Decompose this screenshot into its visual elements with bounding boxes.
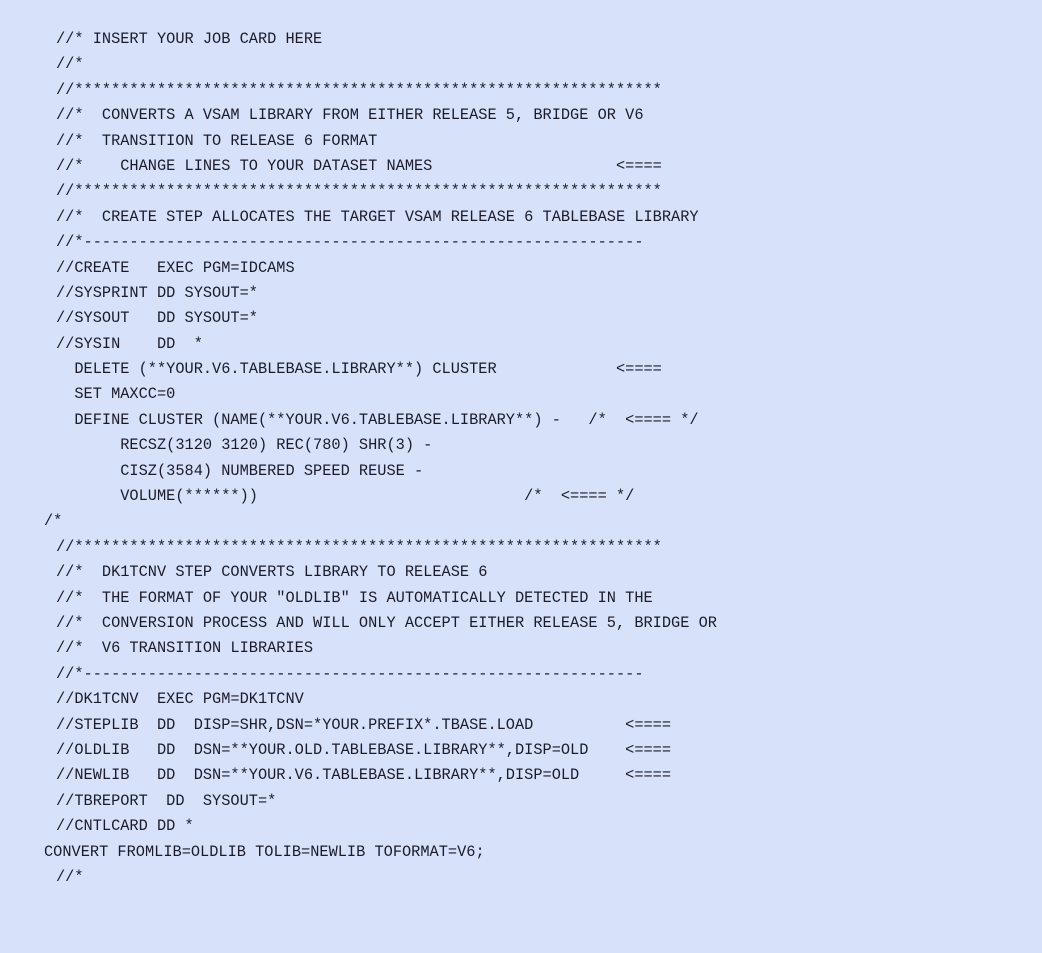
code-line: SET MAXCC=0 — [56, 385, 176, 404]
code-line: //*-------------------------------------… — [56, 233, 644, 252]
code-line: //NEWLIB DD DSN=**YOUR.V6.TABLEBASE.LIBR… — [56, 766, 672, 785]
code-line: //* INSERT YOUR JOB CARD HERE — [56, 30, 323, 48]
code-line: DEFINE CLUSTER (NAME(**YOUR.V6.TABLEBASE… — [56, 410, 699, 429]
code-line: //SYSPRINT DD SYSOUT=* — [56, 283, 258, 302]
code-line: //* DK1TCNV STEP CONVERTS LIBRARY TO REL… — [56, 563, 488, 582]
code-line: //* CONVERSION PROCESS AND WILL ONLY ACC… — [56, 613, 717, 632]
code-line: //*-------------------------------------… — [56, 664, 644, 683]
code-line: //TBREPORT DD SYSOUT=* — [56, 791, 277, 810]
code-line: /* — [44, 512, 63, 531]
code-line: //SYSIN DD * — [56, 334, 203, 353]
code-line: //OLDLIB DD DSN=**YOUR.OLD.TABLEBASE.LIB… — [56, 740, 672, 759]
code-line: //**************************************… — [56, 537, 662, 556]
code-line: //CREATE EXEC PGM=IDCAMS — [56, 258, 295, 277]
code-line: //DK1TCNV EXEC PGM=DK1TCNV — [56, 690, 304, 709]
code-line: //* CREATE STEP ALLOCATES THE TARGET VSA… — [56, 207, 699, 226]
code-line: //SYSOUT DD SYSOUT=* — [56, 309, 258, 328]
code-line: CISZ(3584) NUMBERED SPEED REUSE - — [56, 461, 424, 480]
code-line: VOLUME(******)) /* <==== */ — [56, 487, 635, 506]
code-line: //CNTLCARD DD * — [56, 817, 194, 836]
code-line: CONVERT FROMLIB=OLDLIB TOLIB=NEWLIB TOFO… — [44, 842, 485, 861]
code-line: //**************************************… — [56, 80, 662, 99]
code-line: //* CONVERTS A VSAM LIBRARY FROM EITHER … — [56, 106, 644, 125]
code-line: //* TRANSITION TO RELEASE 6 FORMAT — [56, 131, 378, 150]
code-line: //* V6 TRANSITION LIBRARIES — [56, 639, 314, 658]
code-line: //* THE FORMAT OF YOUR "OLDLIB" IS AUTOM… — [56, 588, 653, 607]
code-line: //* — [56, 867, 84, 886]
code-line: DELETE (**YOUR.V6.TABLEBASE.LIBRARY**) C… — [56, 360, 662, 379]
code-line: //* CHANGE LINES TO YOUR DATASET NAMES <… — [56, 156, 662, 175]
code-line: //STEPLIB DD DISP=SHR,DSN=*YOUR.PREFIX*.… — [56, 715, 672, 734]
code-line: //* — [56, 55, 84, 74]
jcl-code-listing: //* INSERT YOUR JOB CARD HERE //* //******… — [0, 13, 1042, 953]
code-line: RECSZ(3120 3120) REC(780) SHR(3) - — [56, 436, 433, 455]
code-line: //**************************************… — [56, 182, 662, 201]
